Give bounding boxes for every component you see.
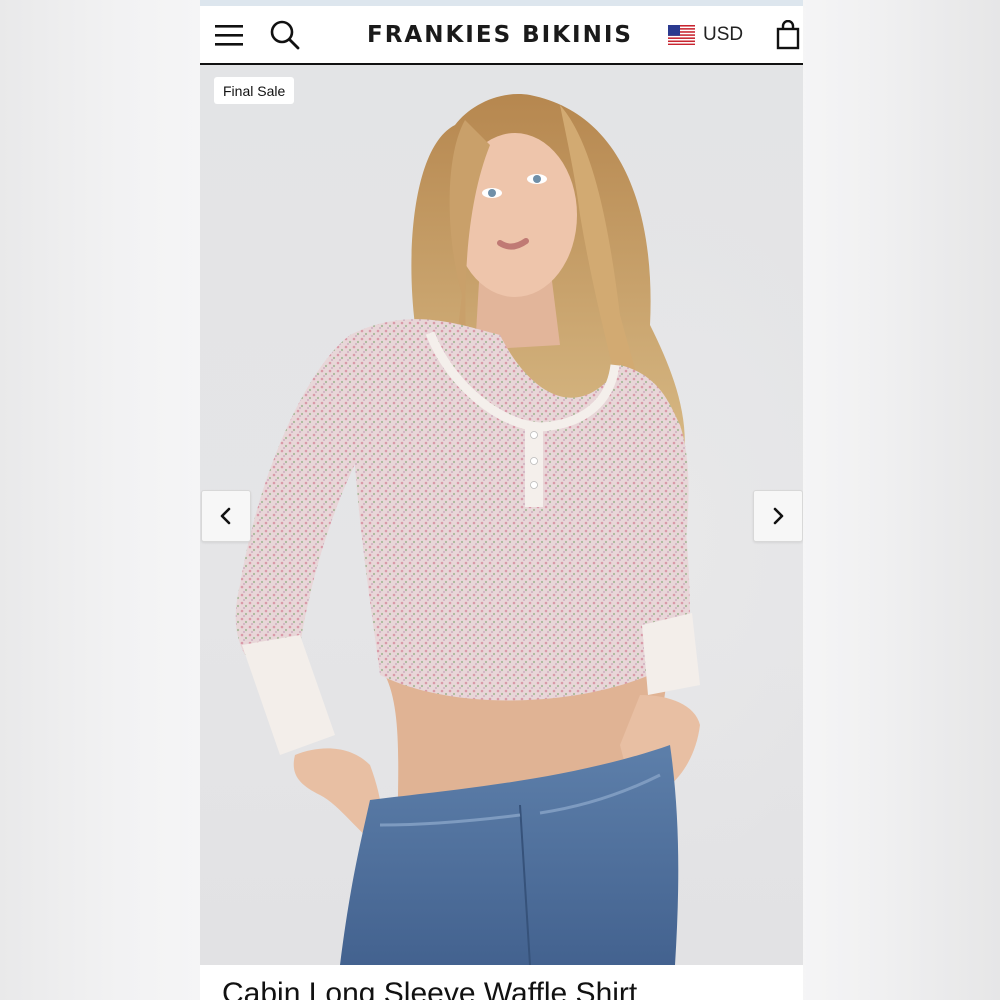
- brand-logo[interactable]: FRANKIES BIKINIS: [365, 6, 635, 63]
- menu-button[interactable]: [210, 6, 248, 63]
- site-header: FRANKIES BIKINIS USD: [200, 6, 803, 65]
- gallery-next-button[interactable]: [753, 490, 803, 542]
- currency-selector[interactable]: USD: [668, 6, 743, 63]
- search-button[interactable]: [266, 6, 304, 63]
- us-flag-icon: [668, 24, 695, 45]
- chevron-right-icon: [773, 507, 784, 525]
- product-title: Cabin Long Sleeve Waffle Shirt: [222, 977, 638, 1000]
- product-image-gallery: Final Sale: [200, 65, 803, 965]
- hamburger-menu-icon: [215, 24, 243, 46]
- product-photo: [235, 94, 700, 965]
- gallery-prev-button[interactable]: [201, 490, 251, 542]
- mobile-page: FRANKIES BIKINIS USD Final Sale Cabin Lo…: [200, 0, 803, 1000]
- final-sale-badge: Final Sale: [214, 77, 295, 104]
- chevron-left-icon: [220, 507, 231, 525]
- currency-label: USD: [703, 23, 744, 45]
- search-icon: [270, 20, 300, 49]
- product-info: Cabin Long Sleeve Waffle Shirt: [200, 965, 803, 1000]
- cart-button[interactable]: [774, 6, 802, 63]
- shopping-bag-icon: [776, 19, 800, 49]
